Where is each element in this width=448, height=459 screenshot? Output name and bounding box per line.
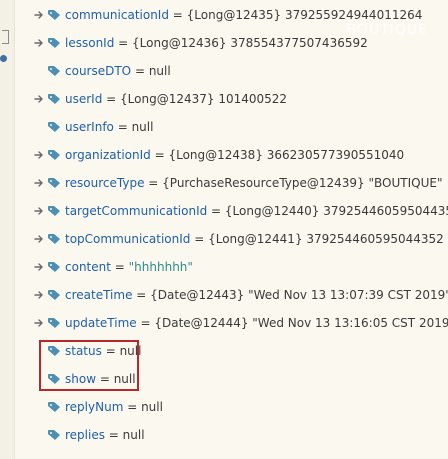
field-entry: userId = {Long@12437} 101400522 [65,92,287,106]
equals-sign: = [113,120,132,134]
field-name: targetCommunicationId [65,204,208,218]
field-name: organizationId [65,148,151,162]
field-value: null [122,428,145,442]
field-name: replies [65,428,105,442]
expand-arrow-icon[interactable] [33,177,45,189]
field-tag-icon [47,149,61,161]
expand-arrow-icon[interactable] [33,9,45,21]
field-entry: content = "hhhhhhh" [65,260,193,274]
field-value: {Long@12438} 366230577390551040 [168,148,405,162]
tree-row-replies[interactable]: replies = null [0,421,448,449]
equals-sign: = [110,260,129,274]
field-name: resourceType [65,176,145,190]
tree-row-userId[interactable]: userId = {Long@12437} 101400522 [0,85,448,113]
expand-arrow-icon[interactable] [33,317,45,329]
expand-arrow-icon[interactable] [33,205,45,217]
field-value: {Date@12443} "Wed Nov 13 13:07:39 CST 20… [150,288,448,302]
field-tag-icon [47,121,61,133]
equals-sign: = [168,8,187,22]
tree-row-updateTime[interactable]: updateTime = {Date@12444} "Wed Nov 13 13… [0,309,448,337]
tree-row-userInfo[interactable]: userInfo = null [0,113,448,141]
tree-row-resourceType[interactable]: resourceType = {PurchaseResourceType@124… [0,169,448,197]
field-value: "hhhhhhh" [128,260,193,274]
field-entry: organizationId = {Long@12438} 3662305773… [65,148,404,162]
field-entry: replyNum = null [65,400,163,414]
field-entry: lessonId = {Long@12436} 3785543775074365… [65,36,368,50]
equals-sign: = [136,316,155,330]
field-entry: resourceType = {PurchaseResourceType@124… [65,176,442,190]
tree-row-targetCommunicationId[interactable]: targetCommunicationId = {Long@12440} 379… [0,197,448,225]
equals-sign: = [114,36,133,50]
field-tag-icon [47,261,61,273]
field-name: content [65,260,111,274]
field-name: replyNum [65,400,124,414]
field-tag-icon [47,93,61,105]
field-entry: communicationId = {Long@12435} 379255924… [65,8,422,22]
field-value: {PurchaseResourceType@12439} "BOUTIQUE" [162,176,443,190]
field-value: {Long@12435} 379255924944011264 [186,8,423,22]
field-entry: replies = null [65,428,145,442]
expand-arrow-icon[interactable] [33,289,45,301]
field-name: updateTime [65,316,137,330]
field-tag-icon [47,401,61,413]
expand-arrow-icon[interactable] [33,233,45,245]
field-entry: userInfo = null [65,120,153,134]
field-name: userInfo [65,120,114,134]
field-value: {Long@12437} 101400522 [120,92,288,106]
field-tag-icon [47,9,61,21]
tree-row-createTime[interactable]: createTime = {Date@12443} "Wed Nov 13 13… [0,281,448,309]
field-value: null [141,400,163,414]
expand-arrow-icon[interactable] [33,93,45,105]
equals-sign: = [207,204,225,218]
equals-sign: = [104,428,123,442]
field-entry: courseDTO = null [65,64,171,78]
field-tag-icon [47,429,61,441]
field-value: {Long@12441} 379254460595044352 [208,232,444,246]
tree-row-lessonId[interactable]: lessonId = {Long@12436} 3785543775074365… [0,29,448,57]
field-value: null [131,120,154,134]
tree-row-topCommunicationId[interactable]: topCommunicationId = {Long@12441} 379254… [0,225,448,253]
tree-row-content[interactable]: content = "hhhhhhh" [0,253,448,281]
highlight-box [39,340,139,391]
field-tag-icon [47,177,61,189]
tree-row-communicationId[interactable]: communicationId = {Long@12435} 379255924… [0,1,448,29]
equals-sign: = [132,288,151,302]
field-name: topCommunicationId [65,232,191,246]
expand-arrow-icon[interactable] [33,37,45,49]
field-entry: createTime = {Date@12443} "Wed Nov 13 13… [65,288,448,302]
field-name: userId [65,92,103,106]
field-entry: updateTime = {Date@12444} "Wed Nov 13 13… [65,316,448,330]
tree-row-replyNum[interactable]: replyNum = null [0,393,448,421]
equals-sign: = [131,64,149,78]
tree-row-courseDTO[interactable]: courseDTO = null [0,57,448,85]
field-value: {Date@12444} "Wed Nov 13 13:16:05 CST 20… [154,316,448,330]
field-entry: targetCommunicationId = {Long@12440} 379… [65,204,448,218]
expand-arrow-icon[interactable] [33,261,45,273]
field-name: lessonId [65,36,115,50]
equals-sign: = [123,400,142,414]
field-tag-icon [47,289,61,301]
field-value: null [148,64,171,78]
tree-row-organizationId[interactable]: organizationId = {Long@12438} 3662305773… [0,141,448,169]
field-name: communicationId [65,8,169,22]
field-name: courseDTO [65,64,132,78]
field-value: {Long@12436} 378554377507436592 [132,36,368,50]
expand-arrow-icon[interactable] [33,149,45,161]
field-name: createTime [65,288,133,302]
field-tag-icon [47,205,61,217]
equals-sign: = [102,92,121,106]
field-tag-icon [47,37,61,49]
field-tag-icon [47,317,61,329]
field-entry: topCommunicationId = {Long@12441} 379254… [65,232,444,246]
equals-sign: = [150,148,169,162]
equals-sign: = [144,176,163,190]
field-tag-icon [47,65,61,77]
equals-sign: = [190,232,209,246]
field-tag-icon [47,233,61,245]
field-value: {Long@12440} 379254460595044352 [224,204,448,218]
